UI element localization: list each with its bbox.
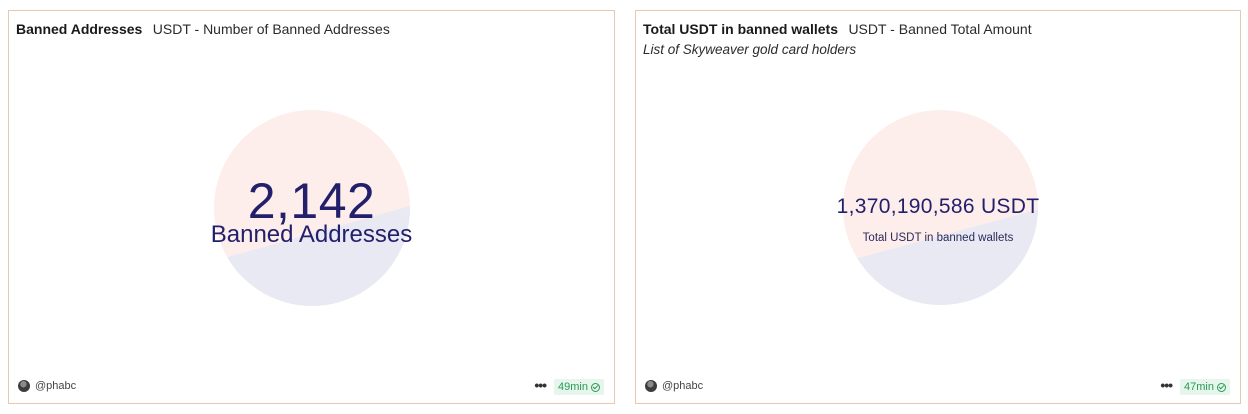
avatar [18, 380, 30, 392]
card-footer-actions: ••• 47min [1160, 378, 1230, 395]
more-icon[interactable]: ••• [1160, 378, 1173, 394]
card-subtitle: USDT - Banned Total Amount [848, 21, 1032, 37]
card-title[interactable]: Total USDT in banned wallets [643, 21, 838, 37]
card-footer-actions: ••• 49min [534, 378, 604, 395]
avatar [645, 380, 657, 392]
card-description: List of Skyweaver gold card holders [643, 42, 857, 57]
check-circle-icon [1217, 382, 1226, 392]
author-info[interactable]: @phabc [645, 380, 703, 392]
card-title[interactable]: Banned Addresses [16, 21, 142, 37]
counter-label: Total USDT in banned wallets [862, 232, 1014, 244]
more-icon[interactable]: ••• [534, 378, 547, 394]
counter-label: Banned Addresses [210, 221, 413, 248]
counter-value: 1,370,190,586 USDT [836, 195, 1040, 218]
refresh-time: 47min [1184, 381, 1214, 393]
card-subtitle: USDT - Number of Banned Addresses [152, 21, 390, 37]
card-header: Total USDT in banned wallets USDT - Bann… [643, 21, 1232, 39]
check-circle-icon [591, 382, 600, 392]
author-info[interactable]: @phabc [18, 380, 76, 392]
author-name[interactable]: @phabc [35, 380, 76, 392]
counter-card-banned-addresses: Banned Addresses USDT - Number of Banned… [8, 10, 615, 404]
counter-card-total-usdt: Total USDT in banned wallets USDT - Bann… [635, 10, 1241, 404]
refresh-badge[interactable]: 47min [1180, 379, 1230, 395]
refresh-badge[interactable]: 49min [554, 379, 604, 395]
refresh-time: 49min [558, 381, 588, 393]
author-name[interactable]: @phabc [662, 380, 703, 392]
card-header: Banned Addresses USDT - Number of Banned… [16, 21, 606, 39]
